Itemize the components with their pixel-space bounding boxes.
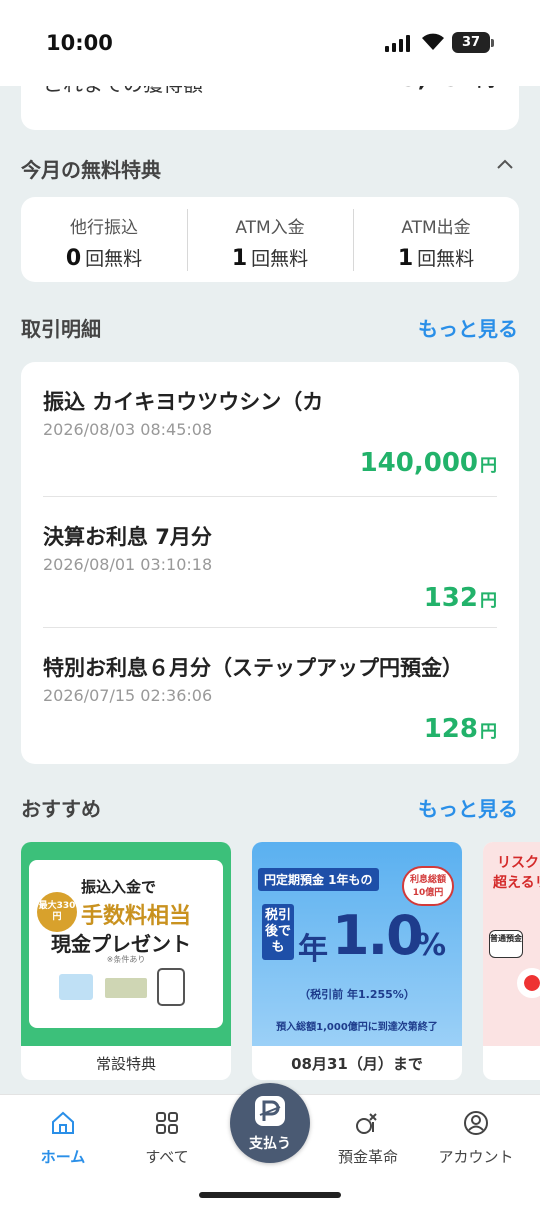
battery-icon: 37 (452, 32, 490, 53)
transaction-row[interactable]: 特別お利息６月分（ステップアップ円預金） 2026/07/15 02:36:06… (43, 627, 497, 758)
paypay-icon (255, 1096, 285, 1126)
banner-badge: 利息総額10億円 (402, 866, 454, 906)
transaction-date: 2026/07/15 02:36:06 (43, 686, 213, 705)
wifi-icon (422, 33, 444, 50)
banner-line1: リスクを (497, 855, 540, 871)
signal-icon (385, 35, 410, 52)
benefit-label: ATM出金 (401, 218, 471, 238)
transactions-card: 振込 カイキヨウツウシン（カ 2026/08/03 08:45:08 140,0… (21, 362, 519, 764)
battery-tip (491, 39, 494, 47)
transaction-amount: 140,000 円 (359, 448, 497, 478)
banner-deposit-revolution[interactable]: リスクを 超えるリ 普通預金 (483, 842, 540, 1080)
home-icon (52, 1111, 74, 1134)
phone-icon (157, 968, 185, 1006)
banner-line1: 税引後でも (262, 904, 294, 960)
transaction-amount: 132 円 (423, 583, 497, 613)
benefit-label: ATM入金 (235, 218, 305, 238)
benefit-atm-deposit: ATM入金 1 回無料 (187, 197, 353, 282)
free-benefits-card: 他行振込 0 回無料 ATM入金 1 回無料 ATM出金 1 回無料 (21, 197, 519, 282)
bank-icon (59, 974, 93, 1000)
tab-deposit-revolution[interactable]: 預金革命 (318, 1110, 418, 1167)
banner-image: リスクを 超えるリ 普通預金 (483, 842, 540, 1046)
tab-label: ホーム (40, 1148, 86, 1166)
benefit-value: 0 回無料 (65, 246, 143, 271)
cash-icon (105, 978, 147, 998)
banner-pre-tax: （税引前 年1.255%） (299, 988, 415, 1001)
free-benefits-title: 今月の無料特典 (21, 158, 161, 182)
transaction-title: 振込 カイキヨウツウシン（カ (43, 390, 324, 414)
tab-label: アカウント (438, 1148, 514, 1166)
tab-label: すべて (145, 1148, 189, 1166)
transaction-amount: 128 円 (423, 714, 497, 744)
banner-caption: 08月31（月）まで (291, 1055, 423, 1073)
status-time: 10:00 (46, 31, 113, 55)
banner-rate: 1.0 (332, 904, 424, 967)
chevron-up-icon[interactable] (496, 157, 514, 171)
account-icon (464, 1111, 488, 1135)
recommend-title: おすすめ (21, 797, 101, 821)
status-bar: 10:00 37 (0, 0, 540, 86)
banner-line2: 超えるリ (493, 875, 540, 891)
grid-icon (156, 1112, 178, 1134)
banner-time-deposit[interactable]: 円定期預金 1年もの 利息総額10億円 税引後でも 年 1.0 % （税引前 年… (252, 842, 462, 1080)
transaction-row[interactable]: 振込 カイキヨウツウシン（カ 2026/08/03 08:45:08 140,0… (43, 362, 497, 493)
tab-home[interactable]: ホーム (13, 1110, 113, 1167)
benefit-label: 他行振込 (70, 218, 138, 238)
banner-transfer-campaign[interactable]: 振込入金で 最大330円 手数料相当 現金プレゼント ※条件あり 常設特典 (21, 842, 231, 1080)
banner-carousel[interactable]: 振込入金で 最大330円 手数料相当 現金プレゼント ※条件あり 常設特典 円定… (21, 842, 540, 1080)
banner-caption (483, 1046, 540, 1080)
banner-head: 円定期預金 1年もの (258, 868, 379, 891)
transaction-date: 2026/08/01 03:10:18 (43, 555, 213, 574)
home-indicator (199, 1192, 341, 1198)
banner-line1: 振込入金で (81, 878, 157, 896)
banner-foot: 預入総額1,000億円に到達次第終了 (276, 1022, 438, 1033)
battery-level: 37 (461, 35, 481, 50)
transactions-title: 取引明細 (21, 317, 101, 341)
transaction-title: 決算お利息 7月分 (43, 525, 212, 549)
tab-label: 預金革命 (337, 1148, 398, 1166)
banner-percent: % (416, 928, 447, 963)
banner-note: ※条件あり (106, 955, 146, 964)
benefit-value: 1 回無料 (397, 246, 475, 271)
pay-label: 支払う (249, 1136, 291, 1152)
recommend-more-link[interactable]: もっと見る (418, 793, 518, 822)
flag-icon (517, 968, 540, 998)
banner-line2: 手数料相当 (81, 904, 192, 929)
transaction-title: 特別お利息６月分（ステップアップ円預金） (43, 656, 463, 680)
banner-line2: 年 (298, 932, 328, 967)
pay-button[interactable]: 支払う (230, 1083, 310, 1163)
transaction-row[interactable]: 決算お利息 7月分 2026/08/01 03:10:18 132 円 (43, 496, 497, 627)
banner-image: 円定期預金 1年もの 利息総額10億円 税引後でも 年 1.0 % （税引前 年… (252, 842, 462, 1046)
banner-tag: 普通預金 (489, 930, 523, 958)
tab-account[interactable]: アカウント (426, 1110, 526, 1167)
banner-image: 振込入金で 最大330円 手数料相当 現金プレゼント ※条件あり (21, 842, 231, 1046)
banner-caption: 常設特典 (95, 1055, 156, 1073)
banner-line3: 現金プレゼント (51, 932, 191, 956)
transaction-date: 2026/08/03 08:45:08 (43, 420, 213, 439)
benefit-transfer: 他行振込 0 回無料 (21, 197, 187, 282)
deposit-icon (356, 1113, 377, 1134)
benefit-value: 1 回無料 (231, 246, 309, 271)
tab-all[interactable]: すべて (117, 1110, 217, 1167)
benefit-atm-withdraw: ATM出金 1 回無料 (353, 197, 519, 282)
transactions-more-link[interactable]: もっと見る (418, 313, 518, 342)
banner-badge: 最大330円 (37, 892, 77, 932)
